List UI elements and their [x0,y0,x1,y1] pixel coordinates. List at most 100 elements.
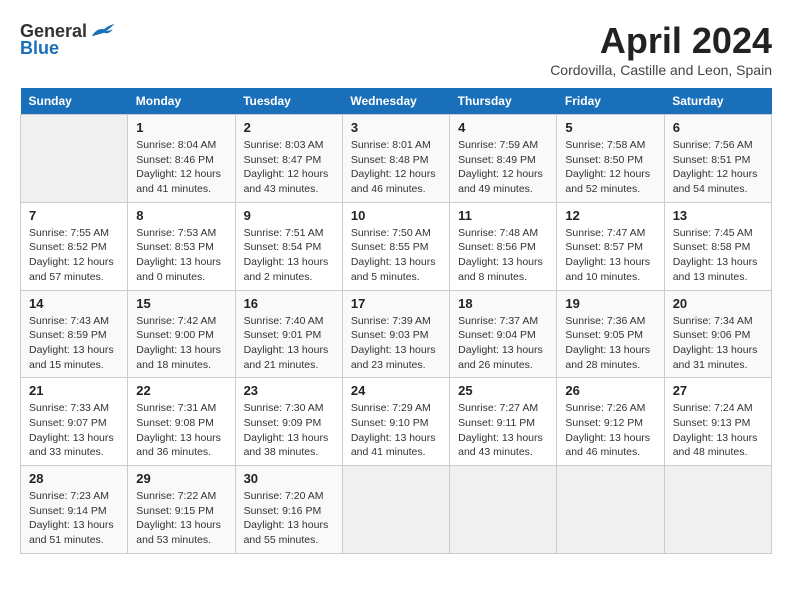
day-number: 14 [29,296,119,311]
day-number: 16 [244,296,334,311]
day-number: 9 [244,208,334,223]
calendar-cell: 4 Sunrise: 7:59 AMSunset: 8:49 PMDaylight… [450,115,557,203]
day-number: 12 [565,208,655,223]
day-info: Sunrise: 7:26 AMSunset: 9:12 PMDaylight:… [565,401,655,460]
day-info: Sunrise: 7:20 AMSunset: 9:16 PMDaylight:… [244,489,334,548]
day-info: Sunrise: 7:31 AMSunset: 9:08 PMDaylight:… [136,401,226,460]
day-number: 29 [136,471,226,486]
day-info: Sunrise: 8:04 AMSunset: 8:46 PMDaylight:… [136,138,226,197]
calendar-cell [664,466,771,554]
day-info: Sunrise: 7:48 AMSunset: 8:56 PMDaylight:… [458,226,548,285]
calendar-cell: 8 Sunrise: 7:53 AMSunset: 8:53 PMDaylight… [128,202,235,290]
calendar-cell [557,466,664,554]
logo-bird-icon [90,20,118,42]
weekday-header: Sunday [21,88,128,115]
day-info: Sunrise: 7:34 AMSunset: 9:06 PMDaylight:… [673,314,763,373]
calendar-cell: 2 Sunrise: 8:03 AMSunset: 8:47 PMDaylight… [235,115,342,203]
day-info: Sunrise: 8:01 AMSunset: 8:48 PMDaylight:… [351,138,441,197]
day-number: 20 [673,296,763,311]
day-number: 18 [458,296,548,311]
weekday-header: Tuesday [235,88,342,115]
day-info: Sunrise: 7:53 AMSunset: 8:53 PMDaylight:… [136,226,226,285]
day-info: Sunrise: 7:40 AMSunset: 9:01 PMDaylight:… [244,314,334,373]
day-info: Sunrise: 7:45 AMSunset: 8:58 PMDaylight:… [673,226,763,285]
day-number: 15 [136,296,226,311]
page-subtitle: Cordovilla, Castille and Leon, Spain [550,62,772,78]
calendar-table: SundayMondayTuesdayWednesdayThursdayFrid… [20,88,772,554]
logo-blue-text: Blue [20,38,59,59]
calendar-cell [21,115,128,203]
calendar-cell: 17 Sunrise: 7:39 AMSunset: 9:03 PMDayligh… [342,290,449,378]
day-number: 22 [136,383,226,398]
calendar-cell: 19 Sunrise: 7:36 AMSunset: 9:05 PMDayligh… [557,290,664,378]
day-info: Sunrise: 7:22 AMSunset: 9:15 PMDaylight:… [136,489,226,548]
day-info: Sunrise: 7:42 AMSunset: 9:00 PMDaylight:… [136,314,226,373]
calendar-week-row: 21Sunrise: 7:33 AMSunset: 9:07 PMDayligh… [21,378,772,466]
day-info: Sunrise: 7:39 AMSunset: 9:03 PMDaylight:… [351,314,441,373]
calendar-cell: 11 Sunrise: 7:48 AMSunset: 8:56 PMDayligh… [450,202,557,290]
day-info: Sunrise: 7:50 AMSunset: 8:55 PMDaylight:… [351,226,441,285]
calendar-week-row: 7 Sunrise: 7:55 AMSunset: 8:52 PMDaylight… [21,202,772,290]
day-number: 24 [351,383,441,398]
day-number: 19 [565,296,655,311]
calendar-cell [342,466,449,554]
day-info: Sunrise: 7:37 AMSunset: 9:04 PMDaylight:… [458,314,548,373]
day-number: 10 [351,208,441,223]
day-info: Sunrise: 7:55 AMSunset: 8:52 PMDaylight:… [29,226,119,285]
calendar-cell: 12Sunrise: 7:47 AMSunset: 8:57 PMDayligh… [557,202,664,290]
day-number: 8 [136,208,226,223]
calendar-header-row: SundayMondayTuesdayWednesdayThursdayFrid… [21,88,772,115]
calendar-cell: 25Sunrise: 7:27 AMSunset: 9:11 PMDayligh… [450,378,557,466]
weekday-header: Wednesday [342,88,449,115]
day-info: Sunrise: 7:23 AMSunset: 9:14 PMDaylight:… [29,489,119,548]
day-info: Sunrise: 7:29 AMSunset: 9:10 PMDaylight:… [351,401,441,460]
calendar-week-row: 14 Sunrise: 7:43 AMSunset: 8:59 PMDayligh… [21,290,772,378]
day-number: 21 [29,383,119,398]
day-number: 3 [351,120,441,135]
day-number: 27 [673,383,763,398]
day-info: Sunrise: 7:51 AMSunset: 8:54 PMDaylight:… [244,226,334,285]
calendar-week-row: 1Sunrise: 8:04 AMSunset: 8:46 PMDaylight… [21,115,772,203]
calendar-cell: 3 Sunrise: 8:01 AMSunset: 8:48 PMDaylight… [342,115,449,203]
day-info: Sunrise: 7:24 AMSunset: 9:13 PMDaylight:… [673,401,763,460]
calendar-cell: 16 Sunrise: 7:40 AMSunset: 9:01 PMDayligh… [235,290,342,378]
page-title: April 2024 [550,20,772,62]
calendar-cell: 30Sunrise: 7:20 AMSunset: 9:16 PMDayligh… [235,466,342,554]
page-header: General Blue April 2024 Cordovilla, Cast… [20,20,772,78]
calendar-cell: 7 Sunrise: 7:55 AMSunset: 8:52 PMDaylight… [21,202,128,290]
weekday-header: Friday [557,88,664,115]
calendar-cell: 24 Sunrise: 7:29 AMSunset: 9:10 PMDayligh… [342,378,449,466]
day-number: 6 [673,120,763,135]
day-info: Sunrise: 8:03 AMSunset: 8:47 PMDaylight:… [244,138,334,197]
day-info: Sunrise: 7:58 AMSunset: 8:50 PMDaylight:… [565,138,655,197]
day-info: Sunrise: 7:56 AMSunset: 8:51 PMDaylight:… [673,138,763,197]
day-number: 4 [458,120,548,135]
calendar-week-row: 28Sunrise: 7:23 AMSunset: 9:14 PMDayligh… [21,466,772,554]
day-number: 2 [244,120,334,135]
day-info: Sunrise: 7:36 AMSunset: 9:05 PMDaylight:… [565,314,655,373]
calendar-cell: 28Sunrise: 7:23 AMSunset: 9:14 PMDayligh… [21,466,128,554]
calendar-cell: 6 Sunrise: 7:56 AMSunset: 8:51 PMDaylight… [664,115,771,203]
calendar-cell: 29 Sunrise: 7:22 AMSunset: 9:15 PMDayligh… [128,466,235,554]
calendar-cell: 18 Sunrise: 7:37 AMSunset: 9:04 PMDayligh… [450,290,557,378]
weekday-header: Monday [128,88,235,115]
day-info: Sunrise: 7:59 AMSunset: 8:49 PMDaylight:… [458,138,548,197]
calendar-cell [450,466,557,554]
calendar-cell: 13Sunrise: 7:45 AMSunset: 8:58 PMDayligh… [664,202,771,290]
day-info: Sunrise: 7:43 AMSunset: 8:59 PMDaylight:… [29,314,119,373]
day-number: 17 [351,296,441,311]
day-number: 11 [458,208,548,223]
weekday-header: Thursday [450,88,557,115]
title-area: April 2024 Cordovilla, Castille and Leon… [550,20,772,78]
weekday-header: Saturday [664,88,771,115]
calendar-cell: 21Sunrise: 7:33 AMSunset: 9:07 PMDayligh… [21,378,128,466]
day-number: 26 [565,383,655,398]
calendar-cell: 10 Sunrise: 7:50 AMSunset: 8:55 PMDayligh… [342,202,449,290]
day-info: Sunrise: 7:30 AMSunset: 9:09 PMDaylight:… [244,401,334,460]
calendar-cell: 15 Sunrise: 7:42 AMSunset: 9:00 PMDayligh… [128,290,235,378]
day-number: 23 [244,383,334,398]
calendar-cell: 1Sunrise: 8:04 AMSunset: 8:46 PMDaylight… [128,115,235,203]
day-number: 7 [29,208,119,223]
calendar-cell: 23 Sunrise: 7:30 AMSunset: 9:09 PMDayligh… [235,378,342,466]
calendar-cell: 14 Sunrise: 7:43 AMSunset: 8:59 PMDayligh… [21,290,128,378]
